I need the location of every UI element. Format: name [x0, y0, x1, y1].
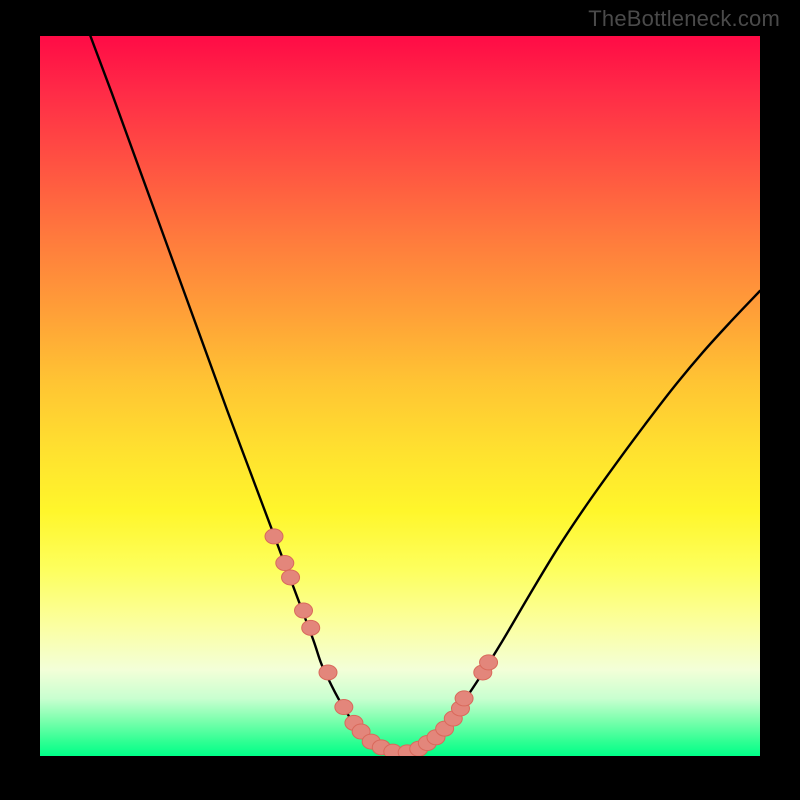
- data-marker: [295, 603, 313, 618]
- data-marker: [282, 570, 300, 585]
- plot-area: [40, 36, 760, 756]
- data-markers: [265, 529, 498, 756]
- data-marker: [302, 620, 320, 635]
- data-marker: [265, 529, 283, 544]
- data-marker: [335, 700, 353, 715]
- data-marker: [480, 655, 498, 670]
- watermark-text: TheBottleneck.com: [588, 6, 780, 32]
- data-marker: [319, 665, 337, 680]
- data-marker: [276, 556, 294, 571]
- chart-svg: [40, 36, 760, 756]
- data-marker: [455, 691, 473, 706]
- bottleneck-curve: [90, 36, 760, 754]
